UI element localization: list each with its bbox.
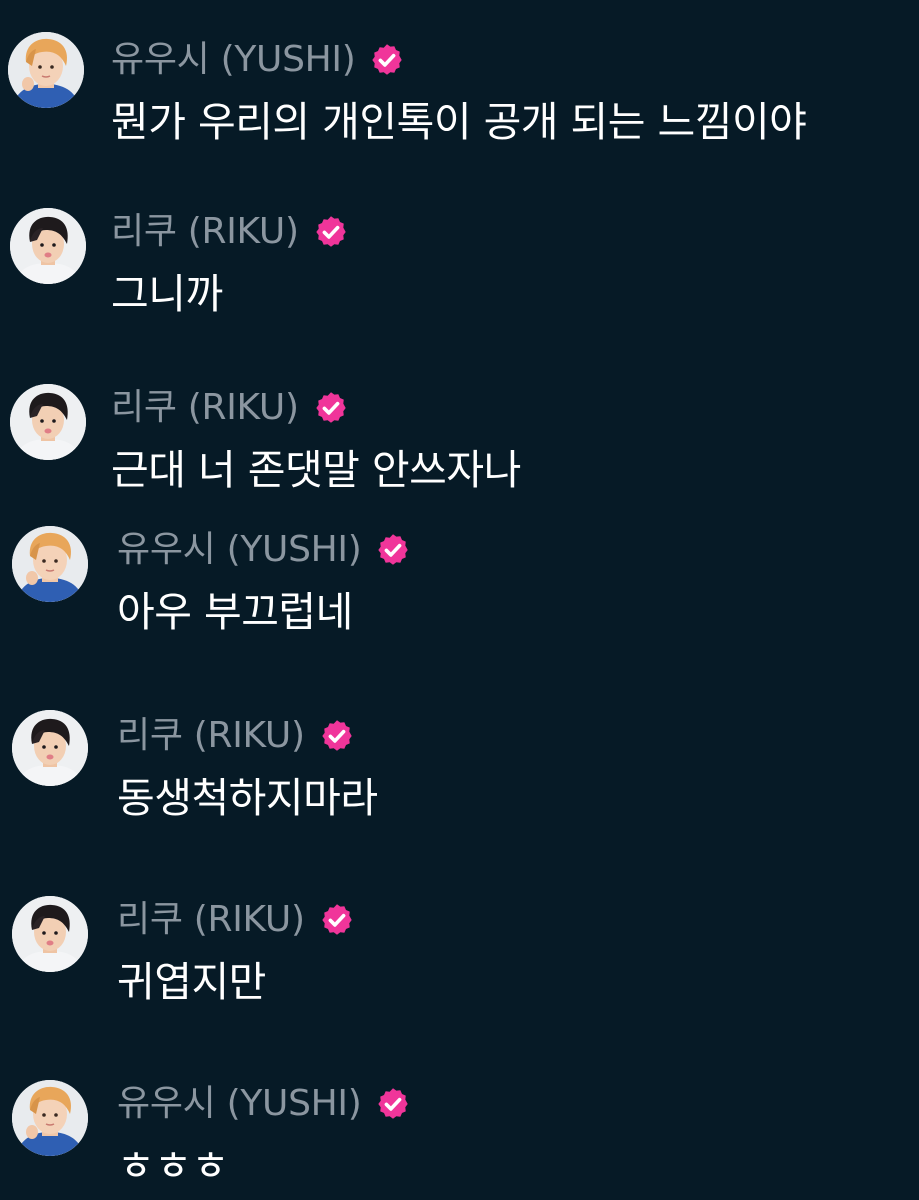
message-text: 귀엽지만 — [117, 958, 266, 1006]
author-name[interactable]: 유우시 (YUSHI) — [117, 528, 362, 572]
message-text: 뭔가 우리의 개인톡이 공개 되는 느낌이야 — [111, 98, 807, 146]
message-text: 동생척하지마라 — [117, 774, 378, 822]
verified-badge-icon — [369, 42, 405, 78]
author-name[interactable]: 리쿠 (RIKU) — [111, 210, 299, 254]
message-text: 그니까 — [111, 270, 223, 318]
message-text: 아우 부끄럽네 — [117, 588, 353, 636]
author-row: 유우시 (YUSHI) — [117, 528, 411, 572]
riku-avatar[interactable] — [12, 896, 88, 972]
author-row: 리쿠 (RIKU) — [117, 898, 355, 942]
verified-badge-icon — [319, 902, 355, 938]
author-row: 리쿠 (RIKU) — [117, 714, 355, 758]
verified-badge-icon — [319, 718, 355, 754]
author-name[interactable]: 유우시 (YUSHI) — [111, 38, 356, 82]
riku-avatar[interactable] — [12, 710, 88, 786]
verified-badge-icon — [313, 390, 349, 426]
chat-feed: 유우시 (YUSHI) 뭔가 우리의 개인톡이 공개 되는 느낌이야 리쿠 (R… — [0, 0, 919, 1200]
verified-badge-icon — [375, 1086, 411, 1122]
yushi-avatar[interactable] — [12, 1080, 88, 1156]
author-row: 리쿠 (RIKU) — [111, 210, 349, 254]
author-row: 유우시 (YUSHI) — [117, 1082, 411, 1126]
author-name[interactable]: 리쿠 (RIKU) — [111, 386, 299, 430]
author-name[interactable]: 유우시 (YUSHI) — [117, 1082, 362, 1126]
riku-avatar[interactable] — [10, 208, 86, 284]
verified-badge-icon — [375, 532, 411, 568]
author-name[interactable]: 리쿠 (RIKU) — [117, 714, 305, 758]
author-row: 리쿠 (RIKU) — [111, 386, 349, 430]
message-text: ㅎㅎㅎ — [117, 1142, 229, 1190]
yushi-avatar[interactable] — [8, 32, 84, 108]
riku-avatar[interactable] — [10, 384, 86, 460]
author-row: 유우시 (YUSHI) — [111, 38, 405, 82]
author-name[interactable]: 리쿠 (RIKU) — [117, 898, 305, 942]
message-text: 근대 너 존댓말 안쓰자나 — [111, 446, 521, 494]
verified-badge-icon — [313, 214, 349, 250]
yushi-avatar[interactable] — [12, 526, 88, 602]
